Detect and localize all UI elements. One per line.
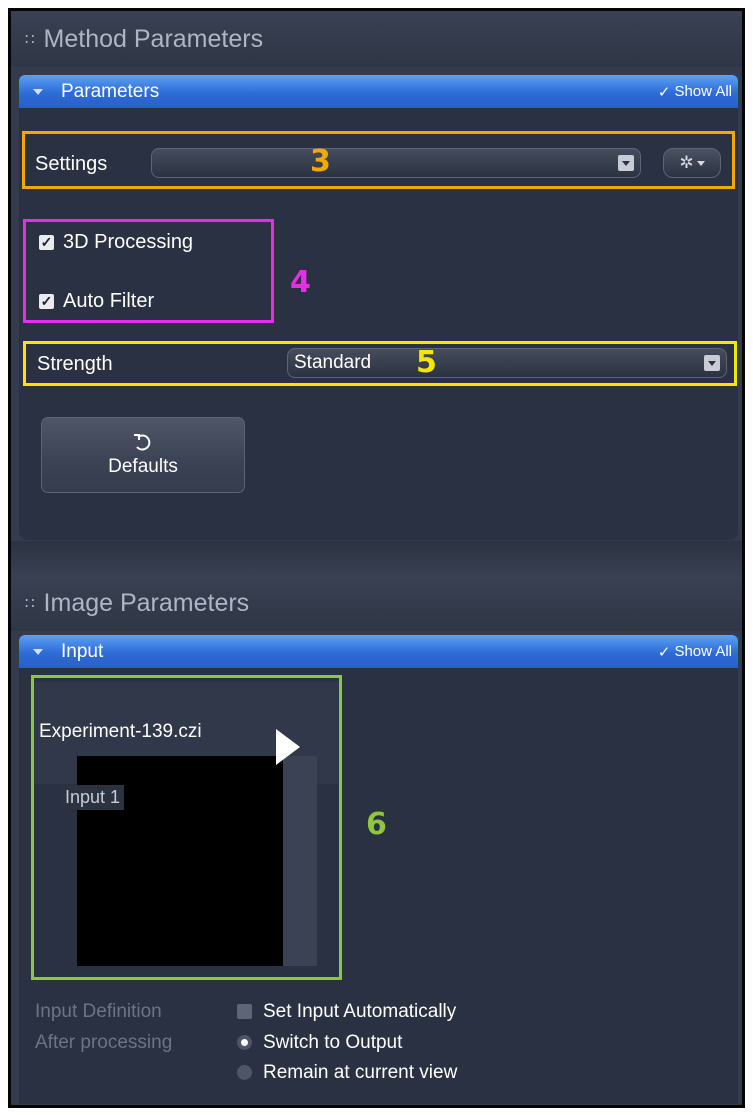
method-parameters-title: Method Parameters	[43, 24, 264, 53]
defaults-button-label: Defaults	[108, 456, 178, 477]
image-parameters-title: Image Parameters	[43, 588, 250, 617]
section-divider	[11, 541, 742, 579]
checkmark-icon: ✓	[657, 643, 671, 661]
remain-at-current-view-radio[interactable]	[237, 1065, 252, 1080]
collapse-triangle-icon	[33, 648, 43, 655]
set-input-automatically-label: Set Input Automatically	[263, 1001, 457, 1022]
annotation-box-4	[23, 219, 274, 323]
grip-icon: ∷	[25, 31, 34, 48]
method-parameters-header[interactable]: ∷ Method Parameters	[11, 11, 742, 67]
show-all-toggle[interactable]: ✓ Show All	[658, 643, 732, 661]
show-all-label: Show All	[674, 83, 732, 100]
annotation-number-6: 6	[366, 807, 387, 842]
annotation-box-3	[22, 131, 735, 189]
remain-at-current-view-label: Remain at current view	[263, 1062, 458, 1083]
set-input-automatically-checkbox[interactable]	[237, 1004, 252, 1019]
annotation-box-6	[31, 675, 342, 980]
collapse-triangle-icon	[33, 88, 43, 95]
checkmark-icon: ✓	[657, 83, 671, 101]
after-processing-label: After processing	[35, 1032, 173, 1053]
parameters-group-title: Parameters	[61, 80, 160, 102]
show-all-label: Show All	[674, 643, 732, 660]
annotation-number-4: 4	[290, 265, 311, 300]
image-parameters-header[interactable]: ∷ Image Parameters	[11, 575, 742, 631]
input-definition-label: Input Definition	[35, 1001, 162, 1022]
show-all-toggle[interactable]: ✓ Show All	[658, 83, 732, 101]
defaults-button[interactable]: Defaults	[41, 417, 245, 493]
switch-to-output-radio[interactable]	[237, 1035, 252, 1050]
parameters-group-bar[interactable]: Parameters ✓ Show All	[19, 75, 738, 108]
input-group-title: Input	[61, 640, 104, 662]
annotation-number-5: 5	[416, 345, 437, 380]
annotation-box-5	[23, 341, 737, 386]
switch-to-output-label: Switch to Output	[263, 1032, 403, 1053]
method-panel-frame: ∷ Method Parameters Parameters ✓ Show Al…	[8, 8, 745, 1108]
annotation-number-3: 3	[310, 144, 331, 179]
grip-icon: ∷	[25, 595, 34, 612]
input-group-bar[interactable]: Input ✓ Show All	[19, 635, 738, 668]
undo-icon	[134, 434, 151, 451]
